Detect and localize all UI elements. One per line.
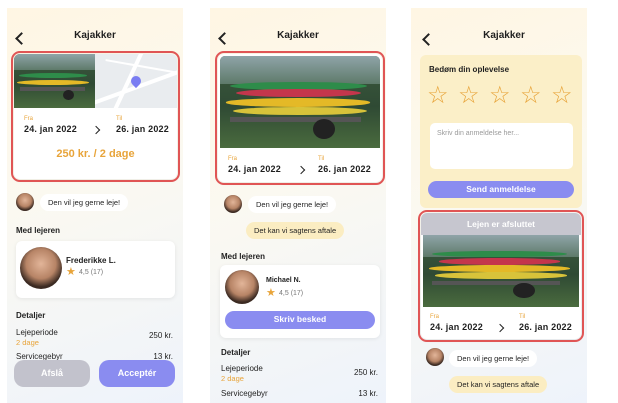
kayak-photo — [14, 54, 95, 108]
chevron-right-icon — [296, 165, 306, 175]
renter-card[interactable]: Frederikke L. ★ 4,5 (17) — [16, 241, 175, 298]
rating-value: 4,5 (17) — [79, 269, 104, 276]
avatar — [426, 348, 444, 366]
service-fee-value: 13 kr. — [358, 389, 378, 398]
rental-period-value: 250 kr. — [148, 331, 173, 340]
to-date: 26. jan 2022 — [519, 322, 572, 332]
rental-period-days: 2 dage — [221, 374, 244, 383]
section-title: Med lejeren — [221, 252, 266, 261]
to-label: Til — [519, 314, 526, 320]
to-label: Til — [318, 156, 325, 162]
to-date: 26. jan 2022 — [116, 124, 169, 134]
avatar — [224, 195, 242, 213]
location-map[interactable] — [95, 54, 177, 108]
page-title: Kajakker — [74, 30, 116, 41]
rental-period-label: Lejeperiode — [16, 328, 58, 337]
from-label: Fra — [430, 314, 439, 320]
review-textarea[interactable]: Skriv din anmeldelse her... — [430, 123, 573, 169]
star-icon: ★ — [66, 266, 76, 278]
from-label: Fra — [228, 156, 237, 162]
star-icon[interactable]: ☆ — [427, 84, 451, 108]
kayak-photo — [423, 235, 579, 307]
listing-card[interactable]: Fra 24. jan 2022 Til 26. jan 2022 250 kr… — [11, 51, 180, 182]
page-title: Kajakker — [483, 30, 525, 41]
star-icon[interactable]: ☆ — [520, 84, 544, 108]
send-review-button[interactable]: Send anmeldelse — [428, 181, 574, 198]
chevron-right-icon — [91, 125, 101, 135]
message-bubble: Den vil jeg gerne leje! — [449, 350, 538, 367]
listing-card[interactable]: Fra 24. jan 2022 Til 26. jan 2022 — [215, 51, 385, 185]
avatar — [20, 247, 62, 289]
section-title: Detaljer — [221, 348, 251, 357]
rental-period-days: 2 dage — [16, 338, 39, 347]
review-title: Bedøm din oplevelse — [429, 65, 510, 74]
to-label: Til — [116, 116, 123, 122]
section-title: Med lejeren — [16, 226, 61, 235]
to-date: 26. jan 2022 — [318, 164, 371, 174]
rental-period-value: 250 kr. — [353, 368, 378, 377]
completed-banner: Lejen er afsluttet — [421, 213, 581, 235]
decline-button[interactable]: Afslå — [14, 360, 90, 387]
star-icon: ★ — [266, 287, 276, 299]
message-bubble: Den vil jeg gerne leje! — [40, 194, 129, 211]
listing-card[interactable]: Lejen er afsluttet Fra 24. jan 2022 Til … — [418, 210, 584, 342]
screen-review: Kajakker Bedøm din oplevelse ☆ ☆ ☆ ☆ ☆ S… — [411, 8, 587, 403]
renter-name: Michael N. — [266, 277, 301, 284]
message-bubble: Det kan vi sagtens aftale — [449, 376, 548, 393]
screen-request: Kajakker Fra 24. jan 2022 Til 26. jan 20… — [7, 8, 183, 403]
service-fee-label: Servicegebyr — [221, 389, 268, 398]
rating-value: 4,5 (17) — [279, 290, 304, 297]
section-title: Detaljer — [16, 311, 46, 320]
from-date: 24. jan 2022 — [24, 124, 77, 134]
accept-button[interactable]: Acceptér — [99, 360, 175, 387]
write-message-button[interactable]: Skriv besked — [225, 311, 375, 329]
price-label: 250 kr. / 2 dage — [56, 148, 135, 160]
from-label: Fra — [24, 116, 33, 122]
renter-card[interactable]: Michael N. ★ 4,5 (17) Skriv besked — [220, 265, 380, 338]
kayak-photo — [220, 56, 380, 148]
avatar — [16, 193, 34, 211]
screen-accepted: Kajakker Fra 24. jan 2022 Til 26. jan 20… — [210, 8, 386, 403]
star-icon[interactable]: ☆ — [458, 84, 482, 108]
star-icon[interactable]: ☆ — [489, 84, 513, 108]
message-bubble: Den vil jeg gerne leje! — [248, 196, 337, 213]
avatar — [225, 270, 259, 304]
page-title: Kajakker — [277, 30, 319, 41]
chevron-right-icon — [495, 323, 505, 333]
from-date: 24. jan 2022 — [430, 322, 483, 332]
message-bubble: Det kan vi sagtens aftale — [246, 222, 345, 239]
rental-period-label: Lejeperiode — [221, 364, 263, 373]
review-card: Bedøm din oplevelse ☆ ☆ ☆ ☆ ☆ Skriv din … — [420, 55, 582, 208]
from-date: 24. jan 2022 — [228, 164, 281, 174]
renter-name: Frederikke L. — [66, 256, 116, 265]
star-icon[interactable]: ☆ — [551, 84, 575, 108]
